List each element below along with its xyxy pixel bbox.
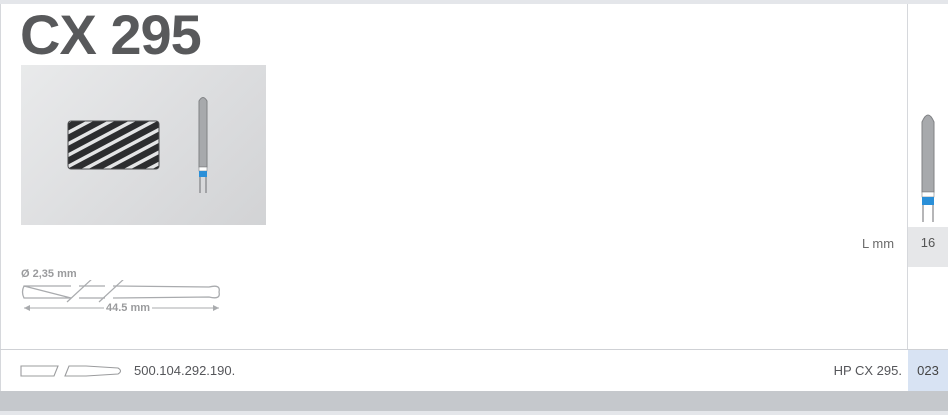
row-divider (0, 349, 948, 350)
left-border (0, 4, 1, 392)
order-number: 500.104.292.190. (134, 363, 236, 378)
bottom-strip (0, 411, 948, 415)
bur-side-icon (921, 114, 935, 222)
shank-type-icons (20, 365, 122, 377)
bur-photo-image (67, 97, 208, 193)
shank-length-label: 44.5 mm (104, 302, 153, 314)
bottom-bar (0, 391, 948, 411)
length-label: L mm (862, 236, 895, 251)
pack-value-cell: 023 (908, 350, 948, 391)
column-divider (907, 4, 908, 349)
shank-diameter-label: Ø 2,35 mm (21, 268, 77, 280)
product-reference: HP CX 295. (833, 363, 902, 378)
length-value-cell: 16 (908, 227, 948, 267)
product-photo (21, 65, 266, 225)
product-title: CX 295 (20, 3, 202, 66)
